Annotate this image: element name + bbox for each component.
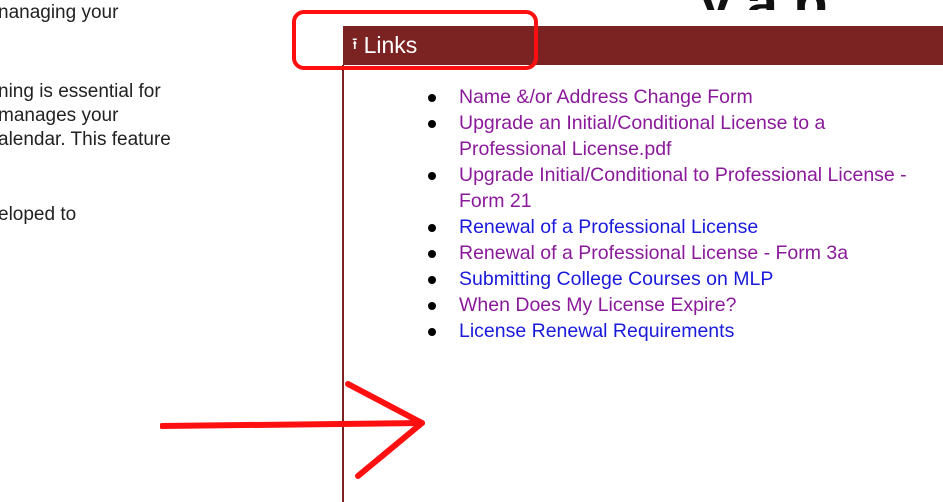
link-submitting-college-courses[interactable]: Submitting College Courses on MLP	[459, 266, 929, 292]
list-item: Submitting College Courses on MLP	[344, 266, 943, 292]
bullet-icon	[428, 302, 436, 310]
bullet-icon	[428, 224, 436, 232]
link-when-does-my-license-expire[interactable]: When Does My License Expire?	[459, 292, 929, 318]
link-upgrade-initial-license-pdf[interactable]: Upgrade an Initial/Conditional License t…	[459, 110, 929, 162]
links-collapse-toggle[interactable]: ⭱ Links	[352, 28, 417, 62]
list-item: License Renewal Requirements	[344, 318, 943, 344]
arrow-up-icon: ⭱	[352, 36, 358, 53]
article-line: eloped to	[0, 204, 77, 225]
list-item: Name &/or Address Change Form	[344, 84, 943, 110]
list-item: Upgrade an Initial/Conditional License t…	[344, 110, 943, 162]
list-item: Upgrade Initial/Conditional to Professio…	[344, 162, 943, 214]
article-line: ning is essential for	[0, 81, 161, 102]
bullet-icon	[428, 276, 436, 284]
links-panel-header: ⭱ Links	[343, 26, 943, 65]
links-header-label: Links	[363, 31, 418, 58]
page-heading: y a p	[700, 0, 943, 10]
bullet-icon	[428, 94, 436, 102]
link-license-renewal-requirements[interactable]: License Renewal Requirements	[459, 318, 929, 344]
bullet-icon	[428, 172, 436, 180]
links-list: Name &/or Address Change Form Upgrade an…	[344, 84, 943, 344]
link-renewal-professional-license[interactable]: Renewal of a Professional License	[459, 214, 929, 240]
link-upgrade-form-21[interactable]: Upgrade Initial/Conditional to Professio…	[459, 162, 929, 214]
list-item: Renewal of a Professional License	[344, 214, 943, 240]
article-line: nanaging your	[0, 2, 119, 23]
article-text: nanaging your ning is essential for mana…	[0, 0, 340, 502]
list-item: When Does My License Expire?	[344, 292, 943, 318]
bullet-icon	[428, 120, 436, 128]
list-item: Renewal of a Professional License - Form…	[344, 240, 943, 266]
bullet-icon	[428, 328, 436, 336]
article-line: manages your	[0, 105, 119, 126]
article-line: alendar. This feature	[0, 129, 171, 150]
link-renewal-form-3a[interactable]: Renewal of a Professional License - Form…	[459, 240, 929, 266]
link-name-address-change[interactable]: Name &/or Address Change Form	[459, 84, 929, 110]
bullet-icon	[428, 250, 436, 258]
